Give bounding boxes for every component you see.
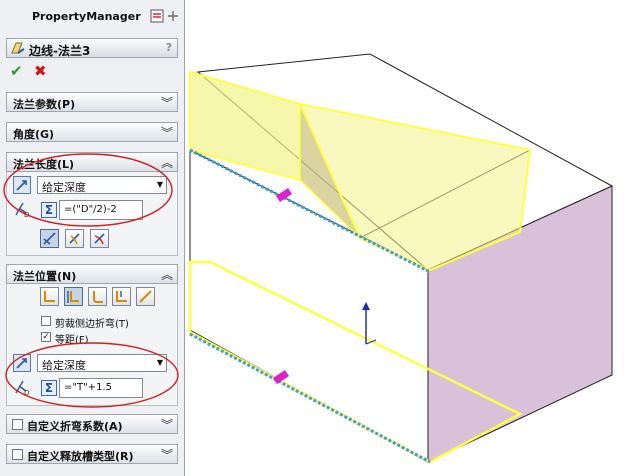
ok-button[interactable]: ✔ bbox=[10, 62, 23, 80]
offset-distance-value: ="T"+1.5 bbox=[64, 382, 112, 393]
custom-bend-allowance-checkbox[interactable] bbox=[12, 419, 23, 430]
expand-chevron-icon[interactable]: ︾ bbox=[161, 124, 173, 141]
offset-dimension-icon: D bbox=[15, 380, 29, 396]
collapse-chevron-icon[interactable]: ︽ bbox=[161, 266, 173, 283]
graphics-viewport[interactable] bbox=[186, 0, 640, 476]
trim-side-bends-label: 剪裁侧边折弯(T) bbox=[55, 319, 129, 330]
checkmark-icon: ✓ bbox=[42, 332, 50, 342]
section-flange-params-label: 法兰参数(P) bbox=[13, 98, 76, 111]
offset-reverse-direction-icon[interactable] bbox=[13, 354, 31, 372]
position-bend-outside-icon bbox=[93, 291, 103, 303]
section-flange-params[interactable]: 法兰参数(P) ︾ bbox=[6, 92, 178, 112]
section-custom-bend-allowance-label: 自定义折弯系数(A) bbox=[27, 420, 123, 433]
position-bend-outside-button[interactable] bbox=[88, 287, 107, 306]
property-manager-title: PropertyManager bbox=[32, 10, 141, 23]
section-flange-length-label: 法兰长度(L) bbox=[13, 158, 75, 171]
property-manager-header: PropertyManager bbox=[4, 6, 182, 28]
edge-flange-icon bbox=[11, 42, 25, 54]
section-custom-bend-allowance[interactable]: 自定义折弯系数(A) ︾ bbox=[6, 414, 178, 434]
offset-condition-value: 给定深度 bbox=[42, 359, 86, 372]
position-tangent-bend-button[interactable] bbox=[136, 287, 155, 306]
section-flange-position-label: 法兰位置(N) bbox=[13, 270, 77, 283]
end-condition-value: 给定深度 bbox=[42, 181, 86, 194]
help-button[interactable]: ? bbox=[166, 41, 172, 54]
material-outside-button[interactable] bbox=[65, 229, 84, 248]
offset-distance-field[interactable]: ="T"+1.5 bbox=[59, 378, 143, 398]
section-flange-position[interactable]: 法兰位置(N) ︽ bbox=[6, 264, 178, 284]
equation-sigma-icon[interactable]: Σ bbox=[41, 202, 57, 218]
position-material-inside-icon bbox=[44, 291, 55, 302]
length-dimension-icon: D bbox=[15, 202, 29, 218]
offset-sigma-icon[interactable]: Σ bbox=[41, 380, 57, 396]
offset-condition-select[interactable]: 给定深度 ▼ bbox=[37, 354, 167, 372]
svg-text:D: D bbox=[24, 389, 29, 396]
bend-outside-button[interactable] bbox=[90, 229, 109, 248]
equal-distance-checkbox[interactable]: ✓ bbox=[41, 332, 51, 342]
end-condition-select[interactable]: 给定深度 ▼ bbox=[37, 176, 167, 194]
material-inside-icon bbox=[43, 232, 56, 245]
bend-outside-icon bbox=[94, 233, 105, 245]
section-angle-label: 角度(G) bbox=[13, 128, 55, 141]
expand-chevron-icon[interactable]: ︾ bbox=[161, 94, 173, 111]
feature-title-bar: 边线-法兰3 ? bbox=[6, 38, 178, 58]
position-material-outside-button[interactable] bbox=[64, 287, 83, 306]
collapse-chevron-icon[interactable]: ︽ bbox=[161, 154, 173, 171]
expand-chevron-icon[interactable]: ︾ bbox=[161, 446, 173, 463]
position-material-outside-icon bbox=[67, 291, 79, 303]
dropdown-arrow-icon: ▼ bbox=[156, 358, 163, 367]
flange-position-body: 剪裁侧边折弯(T) ✓ 等距(F) 给定深度 ▼ D Σ ="T"+1.5 bbox=[6, 284, 178, 406]
section-custom-relief-label: 自定义释放槽类型(R) bbox=[27, 450, 134, 463]
pin-icon[interactable] bbox=[150, 9, 180, 23]
section-custom-relief[interactable]: 自定义释放槽类型(R) ︾ bbox=[6, 444, 178, 464]
reverse-direction-icon[interactable] bbox=[13, 176, 31, 194]
flange-length-body: 给定深度 ▼ D Σ =("D"/2)-2 bbox=[6, 172, 178, 256]
section-angle[interactable]: 角度(G) ︾ bbox=[6, 122, 178, 142]
equal-distance-label: 等距(F) bbox=[55, 335, 89, 346]
feature-title: 边线-法兰3 bbox=[29, 44, 91, 58]
property-manager-panel: PropertyManager 边线-法兰3 ? ✔ ✖ 法兰参数(P) ︾ 角… bbox=[0, 0, 185, 476]
custom-relief-checkbox[interactable] bbox=[12, 449, 23, 460]
expand-chevron-icon[interactable]: ︾ bbox=[161, 416, 173, 433]
trim-side-bends-checkbox[interactable] bbox=[41, 316, 51, 326]
section-flange-length[interactable]: 法兰长度(L) ︽ bbox=[6, 152, 178, 172]
material-outside-icon bbox=[69, 233, 80, 245]
position-tangent-bend-icon bbox=[139, 290, 152, 303]
dropdown-arrow-icon: ▼ bbox=[156, 180, 163, 189]
flange-length-value: =("D"/2)-2 bbox=[64, 204, 117, 215]
svg-text:D: D bbox=[24, 211, 29, 218]
flange-length-field[interactable]: =("D"/2)-2 bbox=[59, 200, 143, 220]
position-virtual-sharp-button[interactable] bbox=[112, 287, 131, 306]
position-virtual-sharp-icon bbox=[116, 291, 127, 302]
position-material-inside-button[interactable] bbox=[40, 287, 59, 306]
material-inside-button[interactable] bbox=[40, 229, 59, 248]
cancel-button[interactable]: ✖ bbox=[34, 62, 47, 80]
